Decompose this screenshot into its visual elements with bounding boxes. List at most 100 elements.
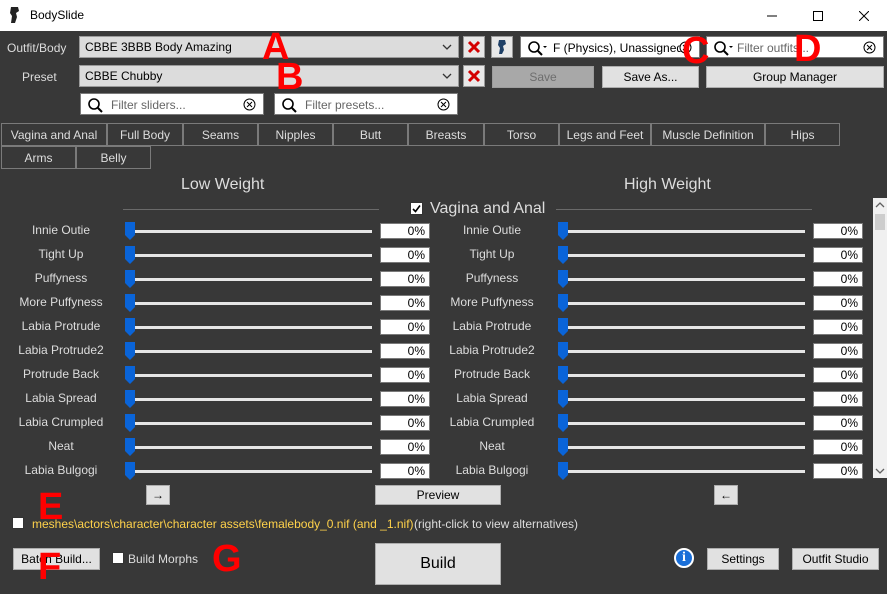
slider-track-low[interactable] bbox=[130, 302, 372, 305]
slider-value-low[interactable]: 0% bbox=[380, 343, 430, 359]
slider-value-high[interactable]: 0% bbox=[813, 223, 863, 239]
tab-muscle-definition[interactable]: Muscle Definition bbox=[651, 123, 765, 146]
slider-thumb-low[interactable] bbox=[125, 438, 135, 456]
slider-track-high[interactable] bbox=[563, 230, 805, 233]
close-window-button[interactable] bbox=[841, 0, 887, 31]
delete-preset-button[interactable] bbox=[463, 65, 485, 87]
clear-icon[interactable] bbox=[243, 98, 256, 111]
category-checkbox[interactable] bbox=[410, 202, 423, 215]
slider-value-high[interactable]: 0% bbox=[813, 247, 863, 263]
slider-track-high[interactable] bbox=[563, 446, 805, 449]
tab-hips[interactable]: Hips bbox=[765, 123, 840, 146]
slider-thumb-low[interactable] bbox=[125, 414, 135, 432]
group-filter-button[interactable] bbox=[491, 36, 513, 58]
copy-left-button[interactable]: ← bbox=[714, 485, 738, 505]
delete-outfit-button[interactable] bbox=[463, 36, 485, 58]
slider-value-low[interactable]: 0% bbox=[380, 247, 430, 263]
slider-track-low[interactable] bbox=[130, 374, 372, 377]
slider-value-low[interactable]: 0% bbox=[380, 223, 430, 239]
slider-value-high[interactable]: 0% bbox=[813, 295, 863, 311]
tab-torso[interactable]: Torso bbox=[484, 123, 559, 146]
slider-thumb-high[interactable] bbox=[558, 246, 568, 264]
slider-value-low[interactable]: 0% bbox=[380, 463, 430, 479]
tab-breasts[interactable]: Breasts bbox=[408, 123, 484, 146]
slider-thumb-low[interactable] bbox=[125, 270, 135, 288]
slider-track-low[interactable] bbox=[130, 446, 372, 449]
slider-thumb-high[interactable] bbox=[558, 438, 568, 456]
tab-nipples[interactable]: Nipples bbox=[258, 123, 333, 146]
slider-value-low[interactable]: 0% bbox=[380, 439, 430, 455]
slider-thumb-high[interactable] bbox=[558, 366, 568, 384]
save-button[interactable]: Save bbox=[492, 66, 594, 88]
slider-track-low[interactable] bbox=[130, 350, 372, 353]
slider-thumb-high[interactable] bbox=[558, 294, 568, 312]
slider-track-high[interactable] bbox=[563, 278, 805, 281]
slider-thumb-high[interactable] bbox=[558, 222, 568, 240]
slider-thumb-high[interactable] bbox=[558, 270, 568, 288]
preset-dropdown[interactable]: CBBE Chubby bbox=[79, 65, 459, 87]
slider-value-high[interactable]: 0% bbox=[813, 463, 863, 479]
slider-value-low[interactable]: 0% bbox=[380, 319, 430, 335]
tab-legs-and-feet[interactable]: Legs and Feet bbox=[559, 123, 651, 146]
slider-thumb-high[interactable] bbox=[558, 342, 568, 360]
settings-button[interactable]: Settings bbox=[707, 548, 779, 570]
slider-thumb-low[interactable] bbox=[125, 318, 135, 336]
slider-value-low[interactable]: 0% bbox=[380, 367, 430, 383]
slider-track-high[interactable] bbox=[563, 422, 805, 425]
slider-value-high[interactable]: 0% bbox=[813, 415, 863, 431]
slider-value-low[interactable]: 0% bbox=[380, 271, 430, 287]
tab-full-body[interactable]: Full Body bbox=[107, 123, 183, 146]
slider-scrollbar[interactable] bbox=[873, 198, 887, 478]
slider-track-low[interactable] bbox=[130, 278, 372, 281]
slider-value-high[interactable]: 0% bbox=[813, 343, 863, 359]
slider-track-low[interactable] bbox=[130, 230, 372, 233]
slider-thumb-low[interactable] bbox=[125, 342, 135, 360]
slider-track-high[interactable] bbox=[563, 254, 805, 257]
slider-track-low[interactable] bbox=[130, 326, 372, 329]
slider-value-high[interactable]: 0% bbox=[813, 319, 863, 335]
slider-value-low[interactable]: 0% bbox=[380, 415, 430, 431]
output-path[interactable]: meshes\actors\character\character assets… bbox=[32, 517, 414, 531]
preview-button[interactable]: Preview bbox=[375, 485, 501, 505]
slider-value-high[interactable]: 0% bbox=[813, 439, 863, 455]
slider-track-high[interactable] bbox=[563, 302, 805, 305]
build-morphs-checkbox[interactable] bbox=[112, 552, 124, 564]
slider-value-low[interactable]: 0% bbox=[380, 391, 430, 407]
scroll-down-icon[interactable] bbox=[873, 464, 887, 478]
slider-thumb-high[interactable] bbox=[558, 318, 568, 336]
build-button[interactable]: Build bbox=[375, 543, 501, 585]
slider-thumb-high[interactable] bbox=[558, 462, 568, 480]
tab-arms[interactable]: Arms bbox=[1, 146, 76, 169]
slider-track-high[interactable] bbox=[563, 350, 805, 353]
slider-track-low[interactable] bbox=[130, 398, 372, 401]
tab-seams[interactable]: Seams bbox=[183, 123, 258, 146]
slider-track-low[interactable] bbox=[130, 254, 372, 257]
slider-thumb-low[interactable] bbox=[125, 222, 135, 240]
scrollbar-thumb[interactable] bbox=[875, 214, 885, 230]
clear-icon[interactable] bbox=[437, 98, 450, 111]
scroll-up-icon[interactable] bbox=[873, 198, 887, 212]
output-path-checkbox[interactable] bbox=[12, 517, 24, 529]
slider-value-high[interactable]: 0% bbox=[813, 391, 863, 407]
tab-butt[interactable]: Butt bbox=[333, 123, 408, 146]
group-filter-input[interactable]: F (Physics), Unassigned bbox=[520, 36, 700, 58]
outfit-studio-button[interactable]: Outfit Studio bbox=[792, 548, 879, 570]
slider-thumb-low[interactable] bbox=[125, 462, 135, 480]
info-icon[interactable]: i bbox=[674, 548, 694, 568]
slider-value-high[interactable]: 0% bbox=[813, 271, 863, 287]
slider-thumb-low[interactable] bbox=[125, 246, 135, 264]
copy-right-button[interactable]: → bbox=[146, 485, 170, 505]
slider-track-high[interactable] bbox=[563, 326, 805, 329]
slider-thumb-low[interactable] bbox=[125, 390, 135, 408]
slider-thumb-high[interactable] bbox=[558, 390, 568, 408]
slider-filter-input[interactable]: Filter sliders... bbox=[80, 93, 264, 115]
slider-track-high[interactable] bbox=[563, 374, 805, 377]
maximize-button[interactable] bbox=[795, 0, 841, 31]
slider-track-low[interactable] bbox=[130, 470, 372, 473]
slider-value-high[interactable]: 0% bbox=[813, 367, 863, 383]
clear-icon[interactable] bbox=[863, 41, 876, 54]
slider-value-low[interactable]: 0% bbox=[380, 295, 430, 311]
slider-thumb-high[interactable] bbox=[558, 414, 568, 432]
slider-thumb-low[interactable] bbox=[125, 294, 135, 312]
tab-vagina-and-anal[interactable]: Vagina and Anal bbox=[1, 123, 107, 146]
